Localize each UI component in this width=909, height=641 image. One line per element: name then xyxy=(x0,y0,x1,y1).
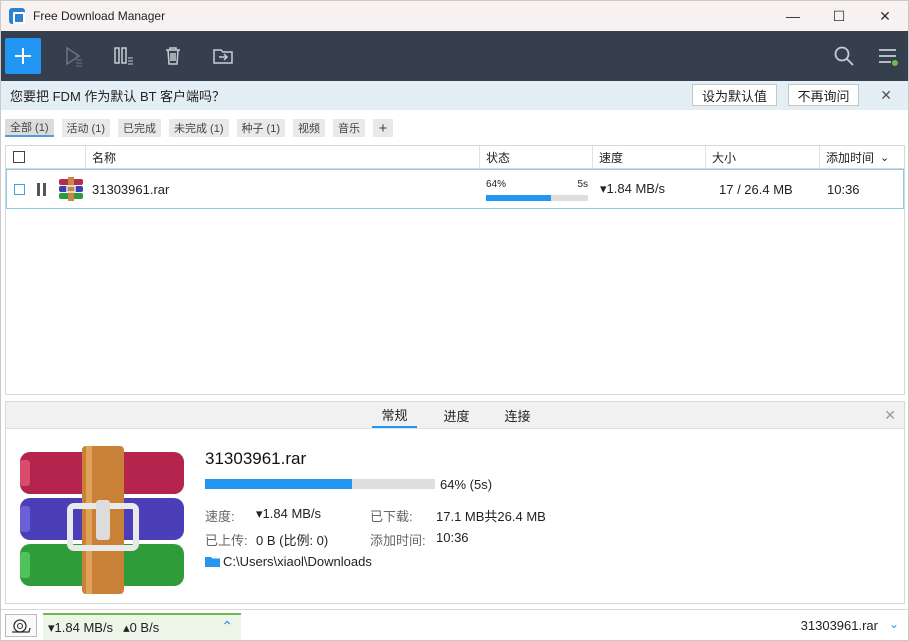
row-file-name: 31303961.rar xyxy=(92,181,170,197)
header-added-label: 添加时间 xyxy=(826,150,875,165)
close-window-button[interactable]: ✕ xyxy=(862,1,908,31)
speed-value: ▾1.84 MB/s xyxy=(256,506,322,521)
filter-completed[interactable]: 已完成 xyxy=(118,119,161,137)
speed-summary[interactable]: ▾1.84 MB/s ▴0 B/s ⌃ xyxy=(43,613,241,640)
start-button[interactable] xyxy=(55,38,91,74)
maximize-button[interactable]: ☐ xyxy=(816,1,862,31)
pause-all-button[interactable] xyxy=(105,38,141,74)
row-speed: ▾1.84 MB/s xyxy=(600,181,666,196)
sort-chevron-icon: ⌄ xyxy=(880,151,890,164)
total-upload-speed: ▴0 B/s xyxy=(123,619,160,635)
select-all-checkbox[interactable] xyxy=(13,151,25,163)
pause-icon xyxy=(114,47,133,65)
uploaded-value: 0 B (比例: 0) xyxy=(256,533,329,548)
current-file-name[interactable]: 31303961.rar xyxy=(801,618,878,633)
details-panel: 常规 进度 连接 ✕ 31303961.rar 64% (5s) 速度: ▾1.… xyxy=(5,401,905,604)
app-window: Free Download Manager — ☐ ✕ 您要把 FDM 作为默认… xyxy=(0,0,909,641)
pause-icon xyxy=(37,182,46,196)
details-file-name: 31303961.rar xyxy=(205,449,307,468)
play-icon xyxy=(66,46,82,67)
plus-icon xyxy=(15,48,31,64)
table-row[interactable]: 31303961.rar 64% 5s ▾1.84 MB/s 17 / 26.4… xyxy=(6,169,904,209)
rar-file-icon xyxy=(58,170,84,208)
row-progress-percent: 64% xyxy=(486,179,507,190)
search-button[interactable] xyxy=(826,38,862,74)
row-time-remaining: 5s xyxy=(577,179,588,190)
tab-connections[interactable]: 连接 xyxy=(495,402,540,428)
download-path: C:\Users\xiaol\Downloads xyxy=(223,554,372,569)
add-download-button[interactable] xyxy=(5,38,41,74)
row-progress-fill xyxy=(486,195,552,201)
row-checkbox[interactable] xyxy=(14,183,25,195)
header-speed[interactable]: 速度 xyxy=(593,146,706,168)
row-status: 64% 5s xyxy=(486,178,588,202)
select-all-header[interactable] xyxy=(6,146,86,168)
tab-general[interactable]: 常规 xyxy=(372,402,417,428)
notification-close-icon[interactable]: ✕ xyxy=(880,87,892,104)
notification-text: 您要把 FDM 作为默认 BT 客户端吗？ xyxy=(10,89,225,104)
filter-tabs: 全部 (1) 活动 (1) 已完成 未完成 (1) 种子 (1) 视频 音乐 + xyxy=(1,119,908,137)
window-title: Free Download Manager xyxy=(33,9,166,23)
downloaded-label: 已下载: xyxy=(370,509,413,524)
delete-button[interactable] xyxy=(155,38,191,74)
status-bar: ▾1.84 MB/s ▴0 B/s ⌃ 31303961.rar ⌄ xyxy=(1,609,908,640)
details-progress-bar xyxy=(205,479,435,489)
filter-torrents[interactable]: 种子 (1) xyxy=(236,119,285,137)
dont-ask-button[interactable]: 不再询问 xyxy=(788,84,859,106)
downloaded-value: 17.1 MB共26.4 MB xyxy=(436,509,546,524)
chevron-down-icon[interactable]: ⌄ xyxy=(889,617,899,631)
filter-incomplete[interactable]: 未完成 (1) xyxy=(169,119,229,137)
add-filter-button[interactable]: + xyxy=(373,119,393,137)
uploaded-label: 已上传: xyxy=(205,533,248,548)
trash-icon xyxy=(166,47,180,65)
header-size[interactable]: 大小 xyxy=(706,146,820,168)
default-client-notification: 您要把 FDM 作为默认 BT 客户端吗？ 设为默认值 不再询问 ✕ xyxy=(1,81,908,110)
speed-limit-button[interactable] xyxy=(5,614,37,637)
header-status[interactable]: 状态 xyxy=(480,146,593,168)
folder-move-icon xyxy=(213,49,233,64)
header-added[interactable]: 添加时间 ⌄ xyxy=(820,146,904,168)
menu-button[interactable] xyxy=(870,38,906,74)
added-time-label: 添加时间: xyxy=(370,533,426,548)
details-progress-text: 64% (5s) xyxy=(440,477,493,492)
fdm-logo-icon xyxy=(9,8,25,24)
search-icon xyxy=(834,46,854,66)
download-folder-link[interactable]: C:\Users\xiaol\Downloads xyxy=(205,554,372,569)
window-controls: — ☐ ✕ xyxy=(770,1,908,31)
minimize-button[interactable]: — xyxy=(770,1,816,31)
row-added-time: 10:36 xyxy=(827,181,860,197)
filter-active[interactable]: 活动 (1) xyxy=(61,119,110,137)
row-checkbox-cell xyxy=(14,170,25,208)
table-header: 名称 状态 速度 大小 添加时间 ⌄ xyxy=(6,146,904,169)
hamburger-menu-icon xyxy=(879,49,898,66)
details-tabs: 常规 进度 连接 ✕ xyxy=(6,402,904,429)
filter-video[interactable]: 视频 xyxy=(293,119,325,137)
row-progress-bar xyxy=(486,195,588,201)
set-default-button[interactable]: 设为默认值 xyxy=(692,84,777,106)
header-name[interactable]: 名称 xyxy=(86,146,480,168)
row-size: 17 / 26.4 MB xyxy=(719,181,793,197)
move-to-folder-button[interactable] xyxy=(205,38,241,74)
added-time-value: 10:36 xyxy=(436,530,469,545)
title-bar: Free Download Manager — ☐ ✕ xyxy=(1,1,908,31)
details-progress-fill xyxy=(205,479,353,489)
downloads-table: 名称 状态 速度 大小 添加时间 ⌄ 31303961.rar 64% 5s ▾… xyxy=(5,145,905,395)
speed-label: 速度: xyxy=(205,509,235,524)
details-close-icon[interactable]: ✕ xyxy=(884,407,896,424)
rar-archive-icon xyxy=(16,446,188,599)
expand-chevron-icon[interactable]: ⌃ xyxy=(221,618,233,635)
total-download-speed: ▾1.84 MB/s xyxy=(48,619,114,635)
tab-progress[interactable]: 进度 xyxy=(434,402,479,428)
filter-music[interactable]: 音乐 xyxy=(333,119,365,137)
toolbar xyxy=(1,31,908,81)
row-pause-button[interactable] xyxy=(37,170,46,208)
toolbar-right xyxy=(826,31,908,81)
folder-icon xyxy=(205,557,220,567)
filter-all[interactable]: 全部 (1) xyxy=(5,119,54,137)
snail-icon xyxy=(12,618,31,633)
